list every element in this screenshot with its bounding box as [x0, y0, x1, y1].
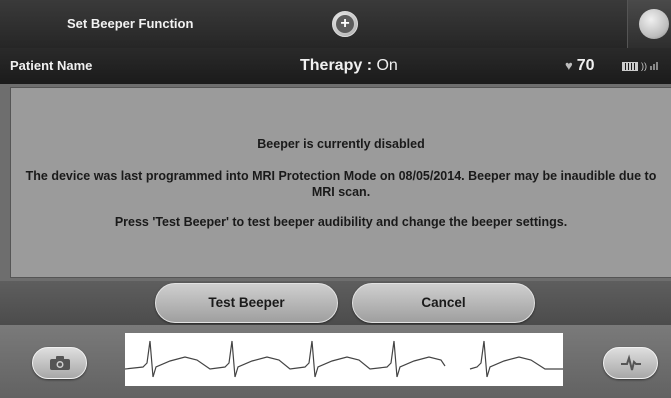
camera-icon: [49, 356, 70, 370]
therapy-label: Therapy :: [300, 57, 373, 74]
heart-icon: ♥: [565, 58, 573, 73]
plus-circle-icon: +: [336, 15, 354, 33]
therapy-status: Therapy : On: [300, 48, 398, 84]
cancel-button[interactable]: Cancel: [352, 283, 535, 323]
ecg-strip: [125, 333, 563, 386]
camera-button[interactable]: [32, 347, 87, 379]
instruction-text: Press 'Test Beeper' to test beeper audib…: [114, 215, 568, 229]
signal-icon: )): [641, 61, 647, 71]
status-bar: Patient Name Therapy : On ♥ 70 )): [0, 48, 671, 84]
test-beeper-button[interactable]: Test Beeper: [155, 283, 338, 323]
top-bar: Set Beeper Function +: [0, 0, 671, 48]
plus-button[interactable]: +: [332, 11, 358, 37]
battery-icon: [622, 61, 638, 71]
heart-rate-value: 70: [576, 57, 595, 74]
therapy-value: On: [376, 57, 398, 74]
patient-name: Patient Name: [10, 58, 93, 73]
beeper-status-text: Beeper is currently disabled: [257, 137, 425, 151]
corner-button[interactable]: [627, 0, 671, 48]
mri-mode-text: The device was last programmed into MRI …: [25, 169, 657, 199]
heart-rate: ♥ 70: [565, 48, 595, 84]
ecg-pulse-icon: [620, 354, 641, 371]
message-panel: Beeper is currently disabled The device …: [10, 87, 671, 278]
page-title: Set Beeper Function: [67, 16, 194, 31]
status-icons: )): [622, 61, 658, 71]
ecg-button[interactable]: [603, 347, 658, 379]
signal-bars-icon: [650, 62, 658, 70]
footer-bar: [0, 325, 671, 398]
button-bar: Test Beeper Cancel: [0, 281, 671, 325]
wand-icon: [639, 9, 669, 39]
